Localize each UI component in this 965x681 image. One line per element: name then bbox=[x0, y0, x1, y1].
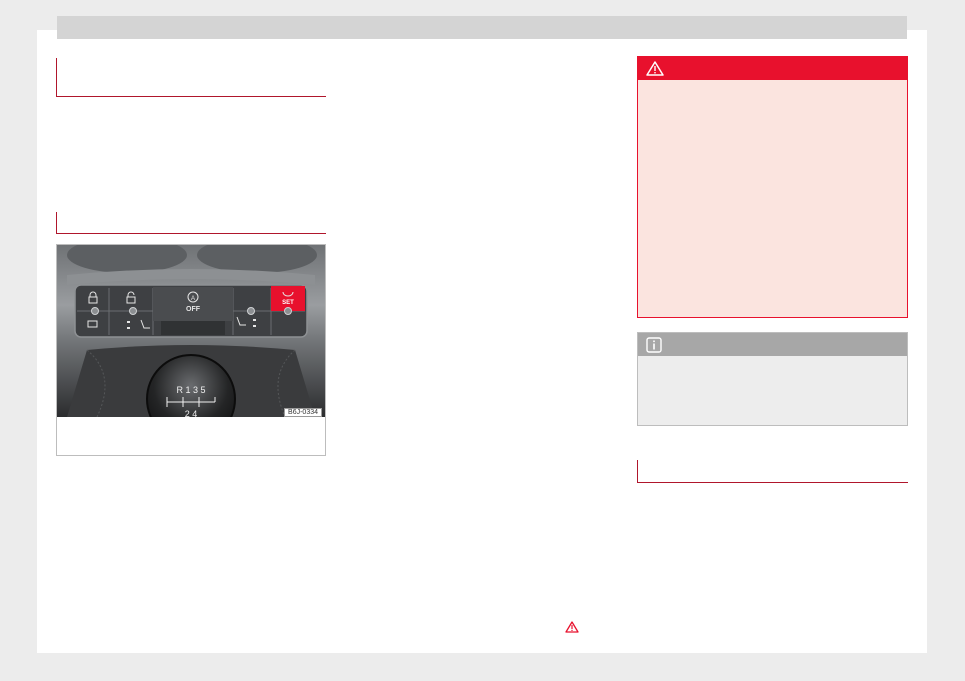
header-bar bbox=[57, 16, 907, 39]
gear-bottom-row: 2 4 bbox=[185, 409, 198, 417]
subsection-heading-marker bbox=[56, 212, 57, 233]
svg-text:A: A bbox=[191, 296, 195, 302]
warning-header bbox=[638, 57, 907, 80]
subsection-heading-rule bbox=[56, 233, 326, 234]
warning-triangle-icon bbox=[646, 61, 664, 76]
warning-triangle-icon bbox=[565, 621, 579, 633]
figure-code: B6J-0334 bbox=[284, 408, 322, 417]
tyre-set-label: SET bbox=[282, 300, 294, 306]
note-box bbox=[637, 332, 908, 426]
warning-box bbox=[637, 56, 908, 318]
right-heading-marker bbox=[637, 460, 638, 482]
figure: OFF A SET R 1 3 5 2 4 B6J-0334 bbox=[56, 244, 326, 456]
section-heading-rule bbox=[56, 96, 326, 97]
start-stop-label: OFF bbox=[186, 306, 201, 313]
right-heading-rule bbox=[637, 482, 908, 483]
section-heading-marker bbox=[56, 58, 57, 96]
note-header bbox=[638, 333, 907, 356]
gear-top-row: R 1 3 5 bbox=[176, 385, 205, 395]
info-icon bbox=[646, 337, 662, 353]
console-photo: OFF A SET R 1 3 5 2 4 bbox=[57, 245, 325, 417]
